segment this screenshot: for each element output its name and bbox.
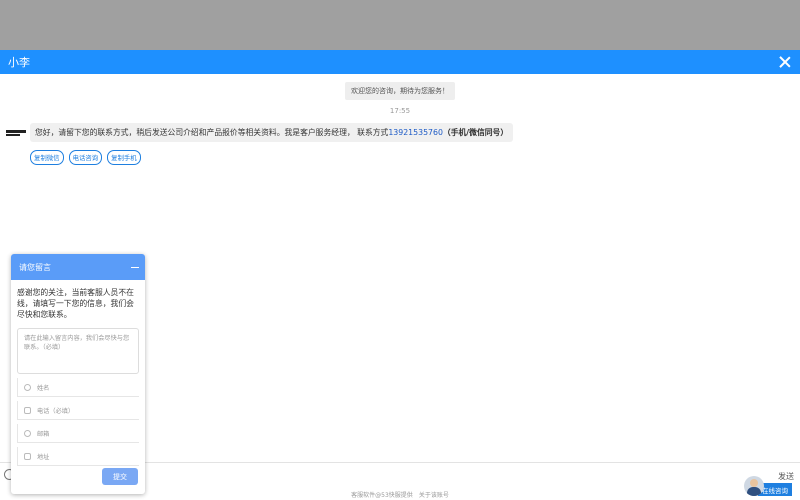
panel-header: 请您留言 <box>11 254 145 280</box>
address-icon <box>24 452 31 460</box>
name-field[interactable]: 姓名 <box>17 378 139 397</box>
submit-button[interactable]: 提交 <box>102 468 138 485</box>
panel-intro-text: 感谢您的关注，当前客服人员不在线，请填写一下您的信息，我们会尽快和您联系。 <box>17 288 134 319</box>
copy-wechat-button[interactable]: 复制微信 <box>30 150 64 165</box>
online-consult-widget[interactable]: 在线咨询 <box>744 476 800 496</box>
minimize-icon[interactable] <box>131 266 139 268</box>
phone-field[interactable]: 电话（必填） <box>17 401 139 420</box>
message-timestamp: 17:55 <box>389 107 411 115</box>
close-icon[interactable] <box>778 55 792 69</box>
address-field[interactable]: 地址 <box>17 447 139 466</box>
agent-message-bubble: 您好，请留下您的联系方式，稍后发送公司介绍和产品报价等相关资料。我是客户服务经理… <box>30 123 514 142</box>
chat-title: 小李 <box>8 56 30 69</box>
agent-avatar <box>744 476 764 496</box>
panel-title: 请您留言 <box>19 262 51 272</box>
agent-message-row: 您好，请留下您的联系方式，稍后发送公司介绍和产品报价等相关资料。我是客户服务经理… <box>6 123 514 142</box>
address-placeholder: 地址 <box>37 453 50 461</box>
email-field[interactable]: 邮箱 <box>17 424 139 443</box>
welcome-message: 欢迎您的咨询，期待为您服务！ <box>345 82 455 100</box>
email-placeholder: 邮箱 <box>37 430 50 438</box>
message-phone-link[interactable]: 13921535760 <box>388 128 443 137</box>
leave-message-panel: 请您留言 感谢您的关注，当前客服人员不在线，请填写一下您的信息，我们会尽快和您联… <box>11 254 145 494</box>
message-textarea[interactable]: 请在此输入留言内容，我们会尽快与您联系。（必填） <box>17 328 139 374</box>
name-placeholder: 姓名 <box>37 384 50 392</box>
message-phone-note: （手机/微信同号） <box>442 128 509 137</box>
phone-placeholder: 电话（必填） <box>37 407 75 415</box>
phone-icon <box>24 406 31 414</box>
quick-action-buttons: 复制微信 电话咨询 复制手机 <box>30 150 141 165</box>
phone-consult-button[interactable]: 电话咨询 <box>68 150 103 165</box>
copy-phone-button[interactable]: 复制手机 <box>107 150 141 165</box>
email-icon <box>24 429 31 437</box>
chat-header: 小李 <box>0 50 800 74</box>
message-text: 您好，请留下您的联系方式，稍后发送公司介绍和产品报价等相关资料。我是客户服务经理… <box>35 128 389 137</box>
user-icon <box>24 383 31 391</box>
footer-provider-link[interactable]: 客服软件@53快服提供 <box>351 492 413 499</box>
footer-about-link[interactable]: 关于该账号 <box>419 492 449 499</box>
agent-logo-avatar <box>6 127 26 139</box>
